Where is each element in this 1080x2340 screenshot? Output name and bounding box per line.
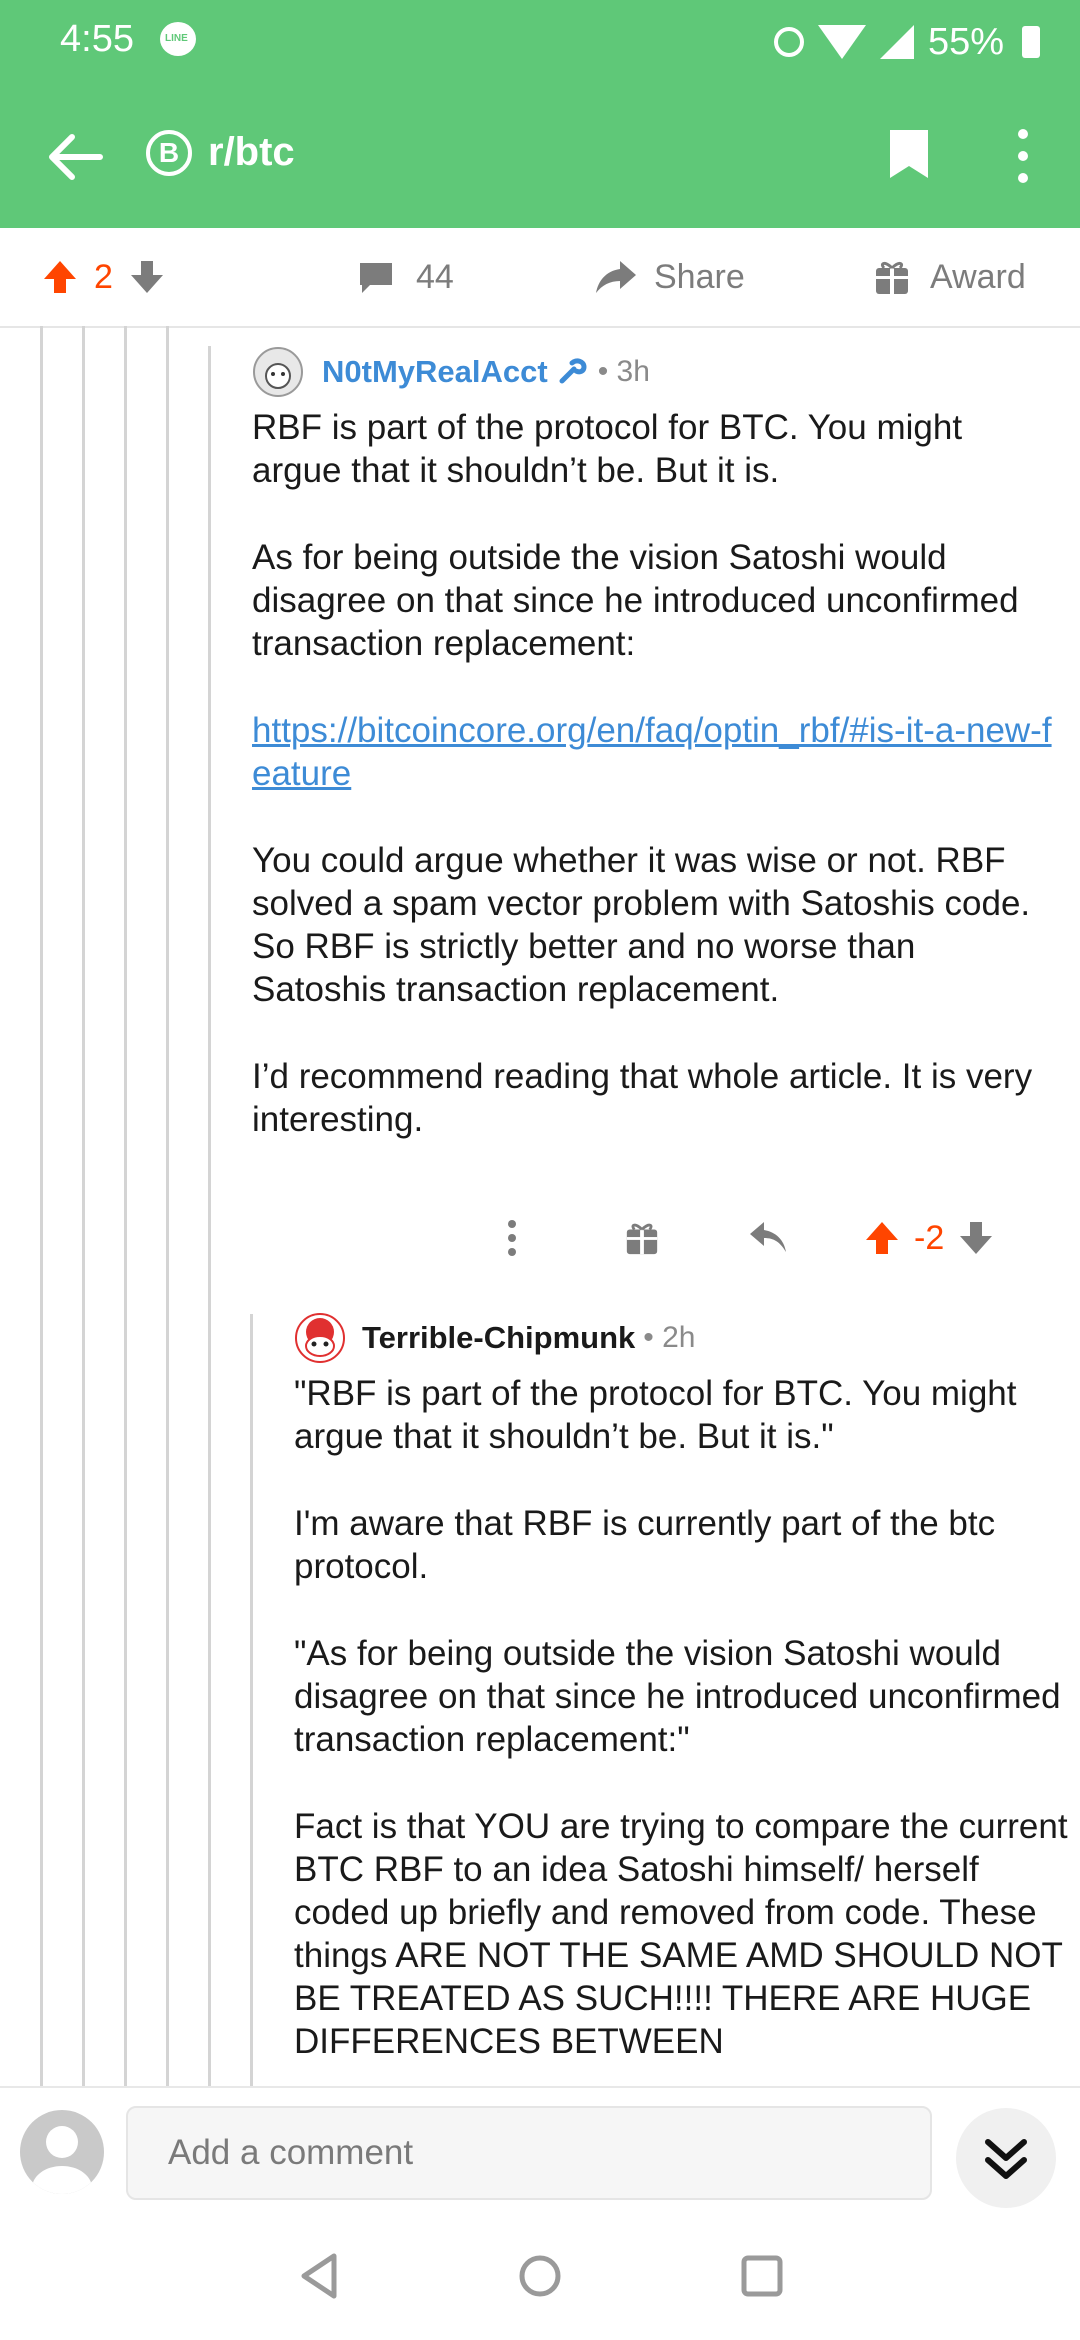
comment-paragraph: RBF is part of the protocol for BTC. You… bbox=[252, 408, 963, 490]
status-right: 55% bbox=[773, 14, 1040, 70]
award-button[interactable]: Award bbox=[874, 228, 1026, 326]
downvote-arrow-icon[interactable] bbox=[956, 1218, 996, 1258]
comment-paragraph: "As for being outside the vision Satoshi… bbox=[294, 1634, 1061, 1759]
alarm-icon bbox=[773, 27, 804, 57]
double-chevron-down-icon bbox=[985, 2139, 1027, 2179]
thread-line[interactable] bbox=[124, 326, 127, 2086]
thread-line[interactable] bbox=[166, 326, 169, 2086]
line-app-icon: LINE bbox=[160, 22, 196, 56]
award-label: Award bbox=[930, 257, 1026, 296]
thread-line[interactable] bbox=[208, 346, 211, 2086]
subreddit-name[interactable]: r/btc bbox=[208, 130, 295, 175]
wrench-icon bbox=[559, 358, 587, 384]
comment-author[interactable]: Terrible-Chipmunk bbox=[362, 1320, 635, 1356]
nav-recents-icon[interactable] bbox=[732, 2246, 792, 2306]
comment-paragraph: I'm aware that RBF is currently part of … bbox=[294, 1504, 996, 1586]
share-label: Share bbox=[654, 257, 745, 296]
comment-actions: -2 bbox=[500, 1208, 996, 1268]
post-score: 2 bbox=[94, 257, 113, 296]
bitcoin-subreddit-icon[interactable]: B bbox=[146, 130, 192, 176]
upvote-arrow-icon[interactable] bbox=[40, 257, 80, 297]
comment-link[interactable]: https://bitcoincore.org/en/faq/optin_rbf… bbox=[252, 711, 1052, 793]
battery-percent: 55% bbox=[927, 20, 1004, 63]
signal-icon bbox=[879, 25, 914, 59]
app-header: B r/btc bbox=[0, 84, 1080, 228]
comment-paragraph: You could argue whether it was wise or n… bbox=[252, 841, 1031, 1009]
comment-body: RBF is part of the protocol for BTC. You… bbox=[252, 406, 1052, 1141]
comment: Terrible-Chipmunk • 2h "RBF is part of t… bbox=[294, 1310, 1070, 2107]
comment-header: N0tMyRealAcct • 3h bbox=[252, 344, 1052, 400]
thread-line[interactable] bbox=[82, 326, 85, 2086]
comment-paragraph: I’d recommend reading that whole article… bbox=[252, 1057, 1033, 1139]
user-silhouette-icon bbox=[32, 2126, 92, 2194]
comment-age: • 3h bbox=[597, 355, 650, 388]
bookmark-icon[interactable] bbox=[888, 128, 930, 180]
comments-count-button[interactable]: 44 bbox=[356, 228, 454, 326]
comment-author[interactable]: N0tMyRealAcct bbox=[322, 354, 548, 390]
wifi-icon bbox=[817, 25, 866, 59]
vertical-dots-icon[interactable] bbox=[1008, 124, 1038, 188]
reply-arrow-icon[interactable] bbox=[748, 1220, 788, 1256]
downvote-arrow-icon[interactable] bbox=[127, 257, 167, 297]
back-arrow-icon[interactable] bbox=[40, 122, 110, 192]
jump-down-button[interactable] bbox=[956, 2108, 1056, 2208]
comment-age: • 2h bbox=[643, 1321, 696, 1354]
post-action-bar: 2 44 Share Award bbox=[0, 228, 1080, 328]
comment-header: Terrible-Chipmunk • 2h bbox=[294, 1310, 1070, 1366]
gift-icon[interactable] bbox=[624, 1220, 660, 1256]
battery-icon bbox=[1022, 26, 1040, 58]
comment: N0tMyRealAcct • 3h RBF is part of the pr… bbox=[252, 344, 1052, 1185]
comment-paragraph: Fact is that YOU are trying to compare t… bbox=[294, 1807, 1068, 2061]
gift-icon bbox=[876, 261, 908, 294]
avatar[interactable] bbox=[20, 2110, 104, 2194]
vertical-dots-icon[interactable] bbox=[500, 1218, 524, 1258]
comment-paragraph: As for being outside the vision Satoshi … bbox=[252, 538, 1019, 663]
avatar[interactable] bbox=[252, 346, 304, 398]
post-vote-group: 2 bbox=[40, 228, 167, 326]
share-button[interactable]: Share bbox=[594, 228, 745, 326]
share-arrow-icon bbox=[596, 261, 636, 293]
status-time: 4:55 bbox=[60, 18, 134, 60]
thread-line[interactable] bbox=[250, 1314, 253, 2086]
nav-back-icon[interactable] bbox=[290, 2246, 350, 2306]
comment-composer-bar: Add a comment bbox=[0, 2086, 1080, 2222]
nav-home-icon[interactable] bbox=[510, 2246, 570, 2306]
comment-score: -2 bbox=[914, 1218, 945, 1257]
add-comment-input[interactable]: Add a comment bbox=[126, 2106, 932, 2200]
speech-bubble-icon bbox=[360, 263, 392, 293]
comment-body: "RBF is part of the protocol for BTC. Yo… bbox=[294, 1372, 1070, 2063]
status-bar: 4:55 LINE 55% bbox=[0, 0, 1080, 84]
comments-count: 44 bbox=[416, 257, 454, 296]
upvote-arrow-icon[interactable] bbox=[862, 1218, 902, 1258]
avatar[interactable] bbox=[294, 1312, 346, 1364]
system-nav-bar bbox=[0, 2220, 1080, 2340]
comment-paragraph: "RBF is part of the protocol for BTC. Yo… bbox=[294, 1374, 1017, 1456]
thread-line[interactable] bbox=[40, 326, 43, 2086]
